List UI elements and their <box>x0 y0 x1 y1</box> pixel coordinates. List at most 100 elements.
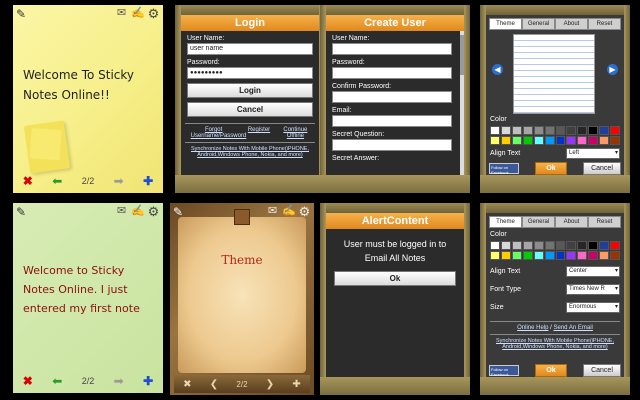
add-icon[interactable]: ✚ <box>292 379 300 390</box>
add-icon[interactable]: ✚ <box>143 174 153 188</box>
color-swatch[interactable] <box>610 241 620 250</box>
color-swatch[interactable] <box>522 136 533 145</box>
edit-icon[interactable]: ✍ <box>131 206 145 217</box>
color-swatch[interactable] <box>599 136 610 145</box>
color-swatch[interactable] <box>599 251 610 260</box>
color-swatch[interactable] <box>599 241 610 250</box>
align-text-select[interactable]: Left <box>566 148 620 159</box>
ok-button[interactable]: Ok <box>535 364 567 377</box>
color-swatch[interactable] <box>522 251 533 260</box>
color-swatch[interactable] <box>610 136 620 145</box>
tab-about[interactable]: About <box>555 216 588 228</box>
forgot-password-link[interactable]: Forgot Username/Password <box>191 127 247 139</box>
email-icon[interactable]: ✉ <box>115 8 128 19</box>
prev-arrow-icon[interactable]: ❮ <box>210 379 218 390</box>
scrollbar[interactable] <box>460 31 464 175</box>
color-swatch[interactable] <box>599 126 610 135</box>
color-swatch[interactable] <box>577 126 588 135</box>
color-swatch[interactable] <box>544 241 555 250</box>
delete-icon[interactable]: ✖ <box>183 379 191 390</box>
color-swatch[interactable] <box>500 241 511 250</box>
color-swatch[interactable] <box>566 251 577 260</box>
color-swatch[interactable] <box>500 251 511 260</box>
color-swatch[interactable] <box>511 126 522 135</box>
note-text[interactable]: Welcome To Sticky Notes Online!! <box>23 65 157 105</box>
color-swatch[interactable] <box>511 251 522 260</box>
pin-icon[interactable]: ✎ <box>173 206 184 219</box>
color-swatch[interactable] <box>555 241 566 250</box>
color-swatch[interactable] <box>588 241 599 250</box>
color-swatch[interactable] <box>577 251 588 260</box>
color-swatch[interactable] <box>511 241 522 250</box>
next-arrow-icon[interactable]: ❯ <box>266 379 274 390</box>
pin-icon[interactable]: ✎ <box>16 8 27 21</box>
tab-general[interactable]: General <box>522 216 555 228</box>
tab-about[interactable]: About <box>555 18 588 30</box>
color-swatch[interactable] <box>588 136 599 145</box>
cancel-button[interactable]: Cancel <box>583 364 621 377</box>
color-swatch[interactable] <box>577 241 588 250</box>
sync-notes-link[interactable]: Synchronize Notes With Mobile Phone(iPHO… <box>187 146 313 158</box>
email-icon[interactable]: ✉ <box>115 206 128 217</box>
font-type-select[interactable]: Times New R <box>566 284 620 295</box>
note-text[interactable]: Welcome to Sticky Notes Online. I just e… <box>23 261 157 318</box>
color-swatch[interactable] <box>533 136 544 145</box>
cancel-button[interactable]: Cancel <box>583 162 621 175</box>
cu-confirm-input[interactable] <box>332 91 452 103</box>
prev-theme-icon[interactable]: ◀ <box>492 64 503 75</box>
cu-password-input[interactable] <box>332 67 452 79</box>
color-swatch[interactable] <box>500 126 511 135</box>
color-swatch[interactable] <box>544 136 555 145</box>
color-swatch[interactable] <box>490 126 500 135</box>
color-swatch[interactable] <box>500 136 511 145</box>
gear-icon[interactable]: ⚙ <box>298 205 311 218</box>
next-arrow-icon[interactable]: ➡ <box>114 374 124 388</box>
color-swatch[interactable] <box>588 251 599 260</box>
color-swatch[interactable] <box>533 126 544 135</box>
email-icon[interactable]: ✉ <box>266 206 279 217</box>
color-swatch[interactable] <box>511 136 522 145</box>
color-swatch[interactable] <box>588 126 599 135</box>
tab-theme[interactable]: Theme <box>489 216 522 228</box>
color-swatch[interactable] <box>490 136 500 145</box>
color-swatch[interactable] <box>555 251 566 260</box>
gear-icon[interactable]: ⚙ <box>147 205 160 218</box>
cu-email-input[interactable] <box>332 115 452 127</box>
delete-icon[interactable]: ✖ <box>23 374 33 388</box>
color-swatch[interactable] <box>544 251 555 260</box>
color-swatch[interactable] <box>555 126 566 135</box>
color-swatch[interactable] <box>566 241 577 250</box>
continue-offline-link[interactable]: Continue Offline <box>281 127 309 139</box>
color-swatches[interactable] <box>490 126 620 145</box>
facebook-follow-button[interactable]: Follow on Facebook <box>489 365 519 377</box>
cu-username-input[interactable] <box>332 43 452 55</box>
pin-icon[interactable]: ✎ <box>16 206 27 219</box>
color-swatch[interactable] <box>566 126 577 135</box>
next-theme-icon[interactable]: ▶ <box>607 64 618 75</box>
login-button[interactable]: Login <box>187 83 313 98</box>
parchment-text[interactable]: Theme <box>170 253 314 267</box>
size-select[interactable]: Enormous <box>566 302 620 313</box>
cu-question-input[interactable] <box>332 139 452 151</box>
prev-arrow-icon[interactable]: ⬅ <box>52 174 62 188</box>
color-swatch[interactable] <box>610 251 620 260</box>
color-swatch[interactable] <box>490 241 500 250</box>
tab-theme[interactable]: Theme <box>489 18 522 30</box>
register-link[interactable]: Register <box>248 127 270 139</box>
tab-reset[interactable]: Reset <box>588 216 621 228</box>
color-swatch[interactable] <box>522 126 533 135</box>
color-swatch[interactable] <box>544 126 555 135</box>
color-swatches[interactable] <box>490 241 620 260</box>
tab-general[interactable]: General <box>522 18 555 30</box>
password-input[interactable]: ●●●●●●●●● <box>187 67 313 79</box>
username-input[interactable]: user name <box>187 43 313 55</box>
color-swatch[interactable] <box>490 251 500 260</box>
add-icon[interactable]: ✚ <box>143 374 153 388</box>
delete-icon[interactable]: ✖ <box>23 174 33 188</box>
cancel-button[interactable]: Cancel <box>187 102 313 117</box>
color-swatch[interactable] <box>533 241 544 250</box>
next-arrow-icon[interactable]: ➡ <box>114 174 124 188</box>
alert-ok-button[interactable]: Ok <box>334 271 456 286</box>
edit-icon[interactable]: ✍ <box>282 206 296 217</box>
tab-reset[interactable]: Reset <box>588 18 621 30</box>
